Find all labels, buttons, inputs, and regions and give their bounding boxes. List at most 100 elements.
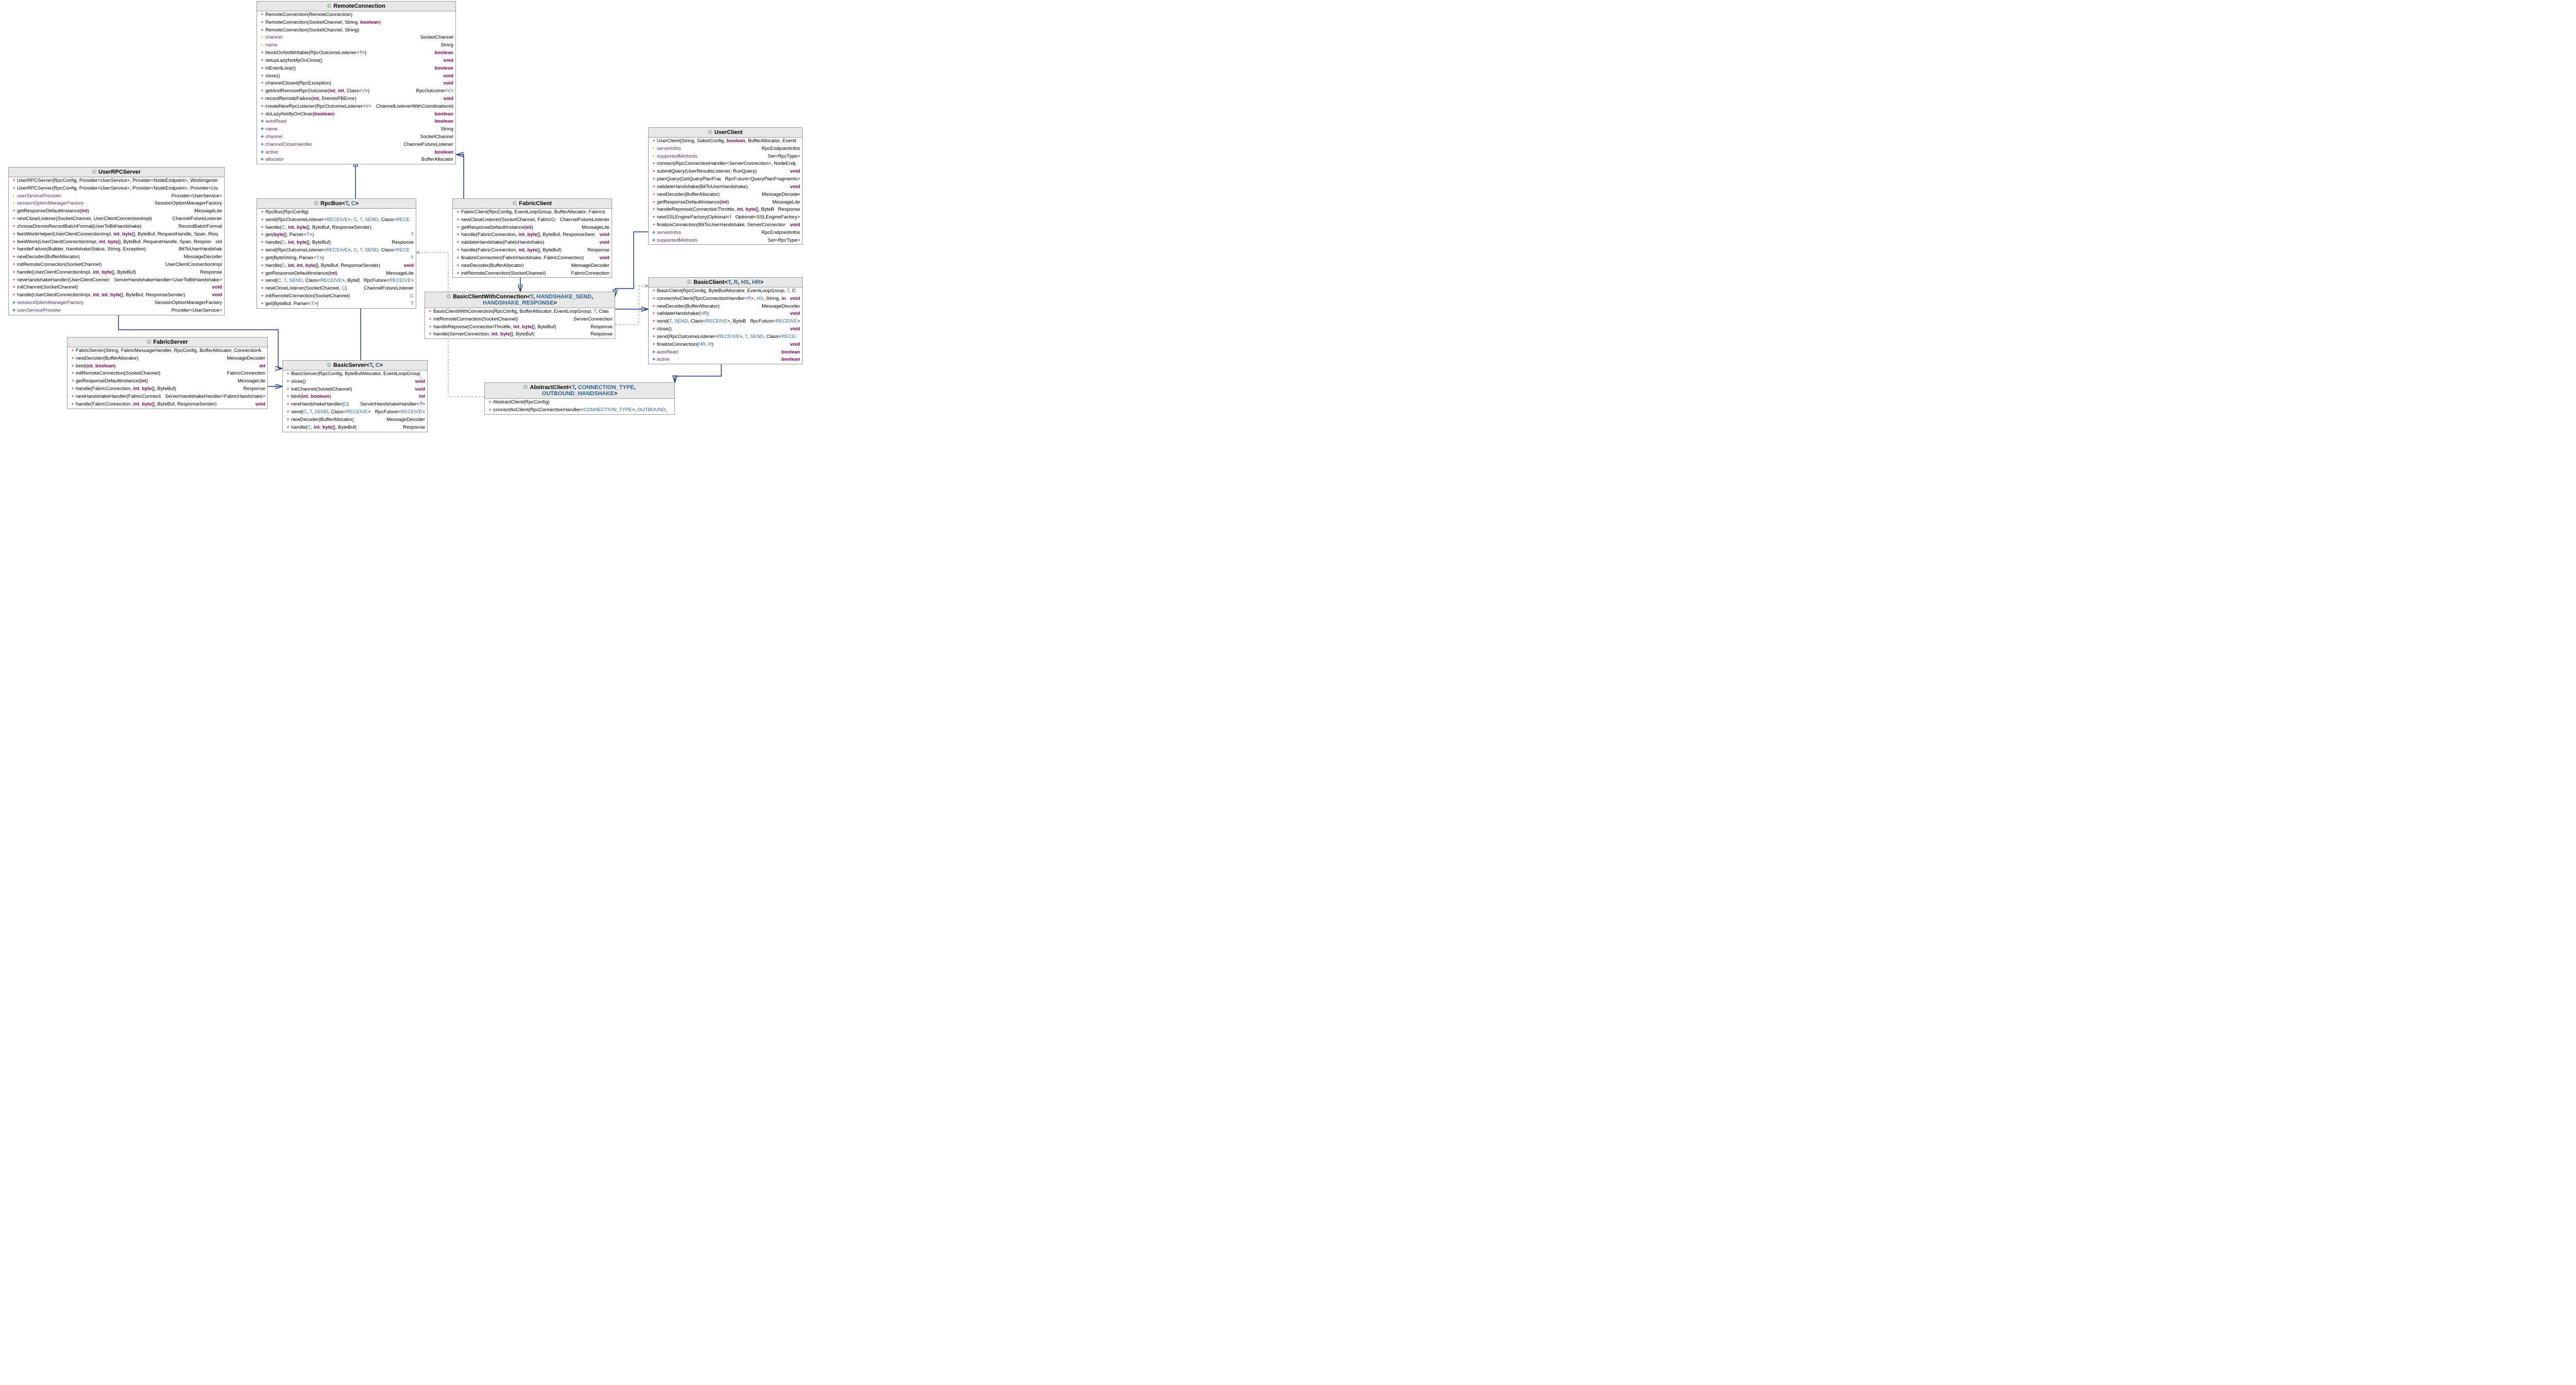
member-signature: BasicServer(RpcConfig, ByteBufAllocator,… (291, 371, 421, 378)
member-signature: initChannel(SocketChannel) (17, 284, 208, 291)
member-icon: ◆ (651, 357, 657, 363)
member-return: void (411, 379, 425, 385)
member-signature: UserRPCServer(RpcConfig, Provider<UserSe… (17, 185, 218, 192)
member-icon: ● (285, 409, 291, 416)
class-BasicClient: ©BasicClient<T, R, HS, HR>●BasicClient(R… (648, 277, 803, 364)
member-row: ●blockOnNotWritable(RpcOutcomeListener<?… (257, 49, 455, 57)
member-signature: send(RpcOutcomeListener<RECEIVE>, C, T, … (265, 247, 410, 254)
member-row: ●getAndRemoveRpcOutcome(int, int, Class<… (257, 88, 455, 95)
member-row: ◆activeboolean (257, 149, 455, 157)
member-icon: ● (11, 185, 17, 192)
member-row: ◆userServiceProviderProvider<UserService… (9, 307, 224, 315)
member-icon: ● (651, 207, 657, 213)
member-signature: doLazyNotifyOnClose(boolean) (265, 111, 431, 118)
member-row: ●getResponseDefaultInstance(int)MessageL… (257, 270, 416, 278)
member-icon: ● (259, 225, 265, 231)
member-icon: ● (70, 363, 76, 370)
member-signature: RemoteConnection(RemoteConnection) (265, 12, 449, 19)
class-RpcBus: ©RpcBus<T, C>●RpcBus(RpcConfig)●send(Rpc… (257, 198, 416, 309)
member-row: ◐supportedMethodsSet<RpcType> (649, 153, 802, 161)
member-signature: handle(FabricConnection, int, byte[], By… (76, 386, 239, 393)
member-signature: blockOnNotWritable(RpcOutcomeListener<?>… (265, 50, 431, 57)
member-signature: handle(C, int, byte[], ByteBuf) (265, 240, 387, 246)
member-icon: ● (259, 285, 265, 292)
member-signature: get(ByteBuf, Parser<T>) (265, 301, 406, 308)
member-signature: handle(ServerConnection, int, byte[], By… (433, 331, 586, 338)
member-icon: ● (455, 271, 461, 277)
member-icon: ● (11, 216, 17, 223)
member-signature: newDecoder(BufferAllocator) (657, 303, 758, 310)
member-return: Set<RpcType> (764, 154, 800, 160)
member-signature: sessionOptionManagerFactory (17, 200, 150, 207)
member-signature: AbstractClient(RpcConfig) (493, 399, 668, 406)
member-icon: ● (285, 401, 291, 408)
member-signature: getResponseDefaultInstance(int) (17, 208, 190, 215)
member-return: MessageDecoder (223, 356, 265, 362)
class-AbstractClient: ©AbstractClient<T, CONNECTION_TYPE, OUTB… (484, 382, 675, 415)
member-signature: autoRead (265, 119, 431, 125)
member-icon: ● (259, 255, 265, 262)
member-signature: handle(UserClientConnectionImpl, int, in… (17, 292, 208, 299)
member-signature: feedWork(UserClientConnectionImpl, int, … (17, 239, 211, 246)
class-title: ©UserRPCServer (9, 167, 224, 177)
member-row: ●handleReponse(ConnectionThrottle, int, … (425, 324, 615, 331)
member-return: Response (774, 207, 800, 213)
member-signature: name (265, 126, 436, 133)
member-icon: ● (259, 271, 265, 277)
member-signature: setupLazyNotifyOnClose() (265, 58, 439, 64)
member-icon: ● (487, 407, 493, 414)
member-row: ◆autoReadboolean (649, 349, 802, 357)
member-row: ●bind(int, boolean)int (283, 393, 427, 401)
member-icon: ● (427, 324, 433, 331)
member-signature: newSSLEngineFactory(Optional<SSLConfig>) (657, 214, 731, 221)
class-title: ©FabricServer (67, 337, 267, 347)
member-return (796, 138, 800, 145)
member-icon: ● (259, 240, 265, 246)
member-icon: ● (11, 284, 17, 291)
member-return: void (439, 73, 453, 80)
member-return (410, 209, 414, 216)
member-return: Provider<UserService> (167, 193, 222, 200)
class-UserClient: ©UserClient●UserClient(String, SabotConf… (648, 127, 803, 245)
member-signature: initChannel(SocketChannel) (291, 386, 411, 393)
member-row: ●BasicClient(RpcConfig, ByteBufAllocator… (649, 288, 802, 295)
member-row: ●planQuery(GetQueryPlanFragments)RpcFutu… (649, 176, 802, 183)
member-icon: ● (70, 394, 76, 400)
member-return: ServerConnection (569, 316, 613, 323)
member-row: ●newHandshakeHandler(C)ServerHandshakeHa… (283, 401, 427, 409)
member-icon: ● (285, 417, 291, 424)
member-row: ●initRemoteConnection(SocketChannel)C (257, 293, 416, 300)
member-signature: getResponseDefaultInstance(int) (461, 225, 578, 231)
member-signature: userServiceProvider (17, 193, 167, 200)
member-icon: ● (70, 378, 76, 385)
member-return (421, 371, 425, 378)
member-icon: ● (285, 386, 291, 393)
member-icon: ● (487, 399, 493, 406)
member-icon: ● (11, 292, 17, 299)
member-return: void (411, 386, 425, 393)
member-return: void (786, 311, 800, 317)
member-signature: handle(C, int, int, byte[], ByteBuf, Res… (265, 263, 399, 269)
member-signature: get(ByteString, Parser<T>) (265, 255, 406, 262)
member-signature: supportedMethods (657, 154, 764, 160)
member-icon: ◆ (11, 300, 17, 307)
member-return: int (415, 394, 425, 400)
member-return: void (439, 58, 453, 64)
member-row: ●getResponseDefaultInstance(int)MessageL… (453, 224, 612, 232)
member-return: boolean (431, 119, 453, 125)
member-icon: ● (651, 303, 657, 310)
member-icon: ◆ (11, 308, 17, 314)
member-row: ●handle(C, int, byte[], ByteBuf)Response (283, 424, 427, 432)
class-title: ©UserClient (649, 128, 802, 138)
member-return: Set<RpcType> (764, 238, 800, 244)
member-row: ◆channelCloseHandlerChannelFutureListene… (257, 141, 455, 149)
member-icon: ● (70, 386, 76, 393)
member-return (608, 309, 613, 315)
member-icon: ● (259, 88, 265, 95)
member-icon: ● (285, 394, 291, 400)
member-icon: ● (259, 301, 265, 308)
member-return (668, 399, 672, 406)
member-signature: FabricClient(RpcConfig, EventLoopGroup, … (461, 209, 605, 216)
member-icon: ● (11, 178, 17, 184)
member-row: ◐userServiceProviderProvider<UserService… (9, 193, 224, 200)
